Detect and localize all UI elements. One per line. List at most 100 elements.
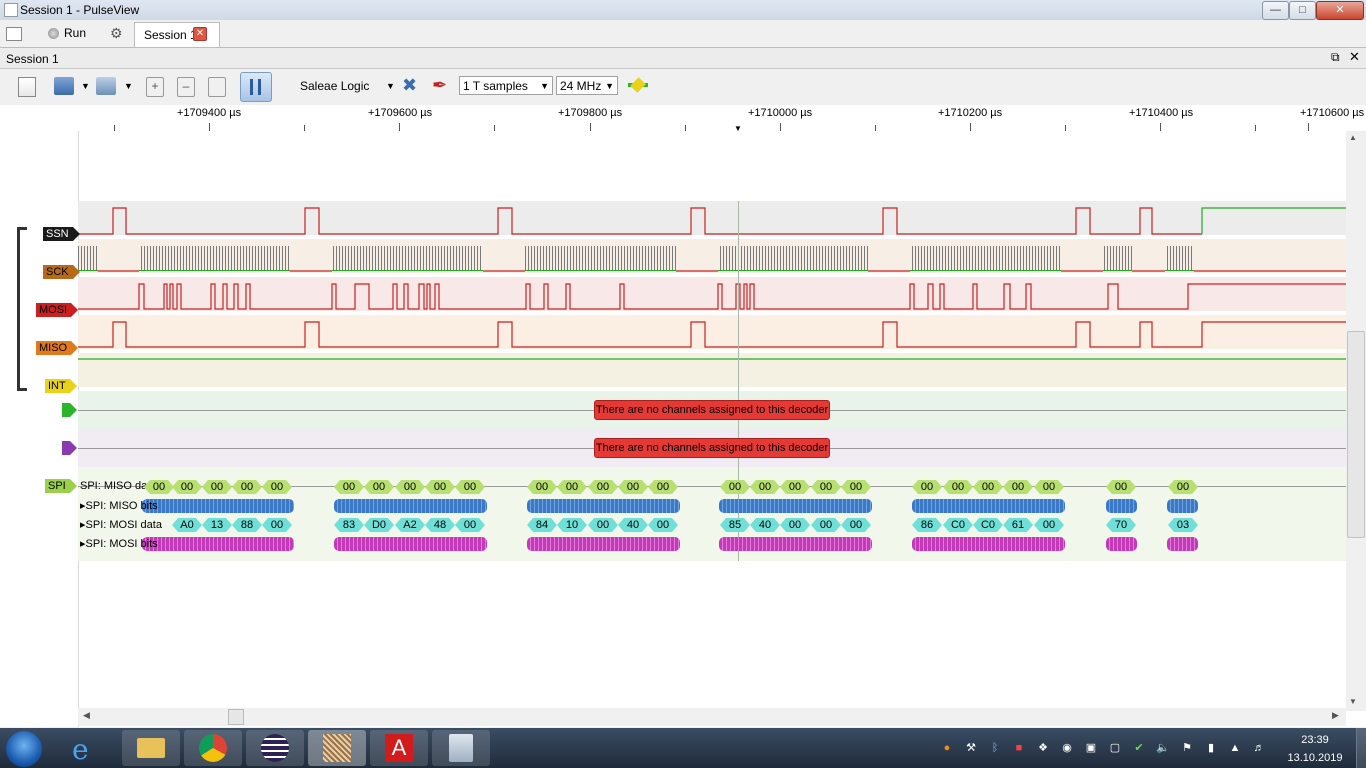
network-signal-icon[interactable]: ▲ [1228, 741, 1242, 755]
sample-count-select[interactable]: 1 T samples ▼ [459, 76, 553, 95]
decoder-label-spi[interactable]: SPI [45, 479, 77, 493]
device-dropdown-icon[interactable]: ▼ [386, 81, 395, 91]
explorer-taskbar-button[interactable] [122, 730, 180, 766]
eclipse-icon [261, 734, 289, 762]
horizontal-scroll-thumb[interactable] [228, 709, 244, 725]
sck-burst [139, 246, 290, 271]
add-decoder-icon[interactable] [628, 77, 648, 93]
close-session-icon[interactable]: ✕ [1349, 49, 1360, 65]
zoom-fit-icon[interactable] [208, 77, 226, 97]
run-button[interactable]: Run [64, 24, 86, 42]
spi-row-miso-bits: ▸SPI: MISO bits [80, 499, 158, 512]
time-ruler[interactable]: +1709400 µs +1709600 µs +1709800 µs +171… [78, 105, 1364, 133]
miso-data-annotation: 00 [841, 480, 871, 494]
miso-bits-label: SPI: MISO bits [85, 500, 158, 512]
vertical-scrollbar[interactable]: ▲ ▼ [1346, 131, 1366, 711]
clock-date[interactable]: 13.10.2019 [1281, 752, 1349, 764]
close-window-button[interactable]: ✕ [1316, 1, 1364, 20]
samplerate-select[interactable]: 24 MHz ▼ [556, 76, 618, 95]
sck-burst [1165, 246, 1194, 271]
dropbox-icon[interactable]: ❖ [1036, 741, 1050, 755]
channel-label-miso[interactable]: MISO [36, 341, 79, 355]
miso-data-annotation: 00 [1106, 480, 1136, 494]
device-selector[interactable]: Saleae Logic [300, 79, 369, 93]
tray-tools-icon[interactable]: ⚒ [964, 741, 978, 755]
pulseview-taskbar-button[interactable] [308, 730, 366, 766]
speaker-icon[interactable]: ♬ [1252, 741, 1266, 755]
open-file-icon[interactable] [54, 77, 74, 95]
zoom-in-icon[interactable]: + [146, 77, 164, 97]
ruler-tick [875, 125, 876, 131]
close-tab-icon[interactable]: ✕ [193, 27, 207, 41]
show-cursors-button[interactable] [240, 72, 272, 102]
pdf-icon[interactable]: ■ [1012, 741, 1026, 755]
mosi-data-annotation: 61 [1003, 518, 1033, 532]
maximize-button[interactable]: □ [1289, 1, 1316, 20]
volume-muted-icon[interactable]: 🔈 [1156, 741, 1170, 755]
calculator-taskbar-button[interactable] [432, 730, 490, 766]
miso-data-annotation: 00 [912, 480, 942, 494]
red-a-icon: A [385, 734, 413, 762]
miso-data-annotation: 00 [395, 480, 425, 494]
action-center-icon[interactable]: ⚑ [1180, 741, 1194, 755]
miso-trace [78, 321, 1346, 348]
start-button[interactable] [6, 731, 42, 767]
int-arrow [69, 379, 77, 393]
mosi-data-annotation: 03 [1168, 518, 1198, 532]
bluetooth-icon[interactable]: ᛒ [988, 741, 1002, 755]
sck-label: SCK [43, 265, 73, 279]
purple-decoder-tag [62, 441, 70, 455]
clock-time[interactable]: 23:39 [1290, 734, 1340, 746]
device-config-icon[interactable]: ✖ [402, 75, 417, 96]
horizontal-scrollbar[interactable]: ◀ ▶ [78, 708, 1346, 726]
mosi-data-annotation: 86 [912, 518, 942, 532]
miso-data-annotation: 00 [588, 480, 618, 494]
no-channels-error: There are no channels assigned to this d… [594, 438, 830, 458]
battery-icon[interactable]: ▮ [1204, 741, 1218, 755]
internet-explorer-icon[interactable]: e [72, 733, 89, 766]
decoder-label-green[interactable] [62, 403, 77, 417]
tray-monitor-icon[interactable]: ▣ [1084, 741, 1098, 755]
new-view-icon[interactable] [18, 77, 36, 97]
scroll-down-icon[interactable]: ▼ [1349, 697, 1357, 706]
channel-label-ssn[interactable]: SSN [43, 227, 80, 241]
tray-display-icon[interactable]: ▢ [1108, 741, 1122, 755]
scroll-right-icon[interactable]: ▶ [1332, 710, 1339, 721]
tray-globe-icon[interactable]: ◉ [1060, 741, 1074, 755]
zoom-out-icon[interactable]: – [177, 77, 195, 97]
channel-label-sck[interactable]: SCK [43, 265, 80, 279]
probe-config-icon[interactable]: ✒ [432, 75, 447, 96]
settings-tools-icon[interactable]: ⚙ [110, 24, 123, 42]
miso-data-annotation: 00 [364, 480, 394, 494]
chrome-taskbar-button[interactable] [184, 730, 242, 766]
miso-data-annotation: 00 [334, 480, 364, 494]
tray-icon[interactable]: ● [940, 741, 954, 755]
no-channels-error: There are no channels assigned to this d… [594, 400, 830, 420]
ssn-label: SSN [43, 227, 73, 241]
scroll-left-icon[interactable]: ◀ [83, 710, 90, 721]
mosi-data-annotation: A2 [395, 518, 425, 532]
ruler-tick [590, 123, 591, 131]
miso-data-annotation: 00 [943, 480, 973, 494]
new-session-icon[interactable] [6, 27, 22, 41]
open-dropdown-icon[interactable]: ▼ [81, 81, 90, 91]
miso-bits-bar [142, 499, 294, 513]
miso-data-annotation: 00 [618, 480, 648, 494]
app-a-taskbar-button[interactable]: A [370, 730, 428, 766]
scroll-up-icon[interactable]: ▲ [1349, 133, 1357, 142]
vertical-scroll-thumb[interactable] [1347, 331, 1365, 538]
save-dropdown-icon[interactable]: ▼ [124, 81, 133, 91]
sck-burst [78, 246, 98, 271]
undock-icon[interactable]: ⧉ [1331, 50, 1340, 65]
minimize-button[interactable]: — [1262, 1, 1289, 20]
miso-bits-bar [527, 499, 680, 513]
channel-label-int[interactable]: INT [45, 379, 77, 393]
eclipse-taskbar-button[interactable] [246, 730, 304, 766]
tab-session-1[interactable]: Session 1 ✕ [134, 22, 220, 47]
show-desktop-button[interactable] [1356, 728, 1366, 768]
mosi-data-annotation: 84 [527, 518, 557, 532]
channel-label-mosi[interactable]: MOSI [36, 303, 79, 317]
safely-remove-icon[interactable]: ✔ [1132, 741, 1146, 755]
decoder-label-purple[interactable] [62, 441, 77, 455]
save-file-icon[interactable] [96, 77, 116, 95]
